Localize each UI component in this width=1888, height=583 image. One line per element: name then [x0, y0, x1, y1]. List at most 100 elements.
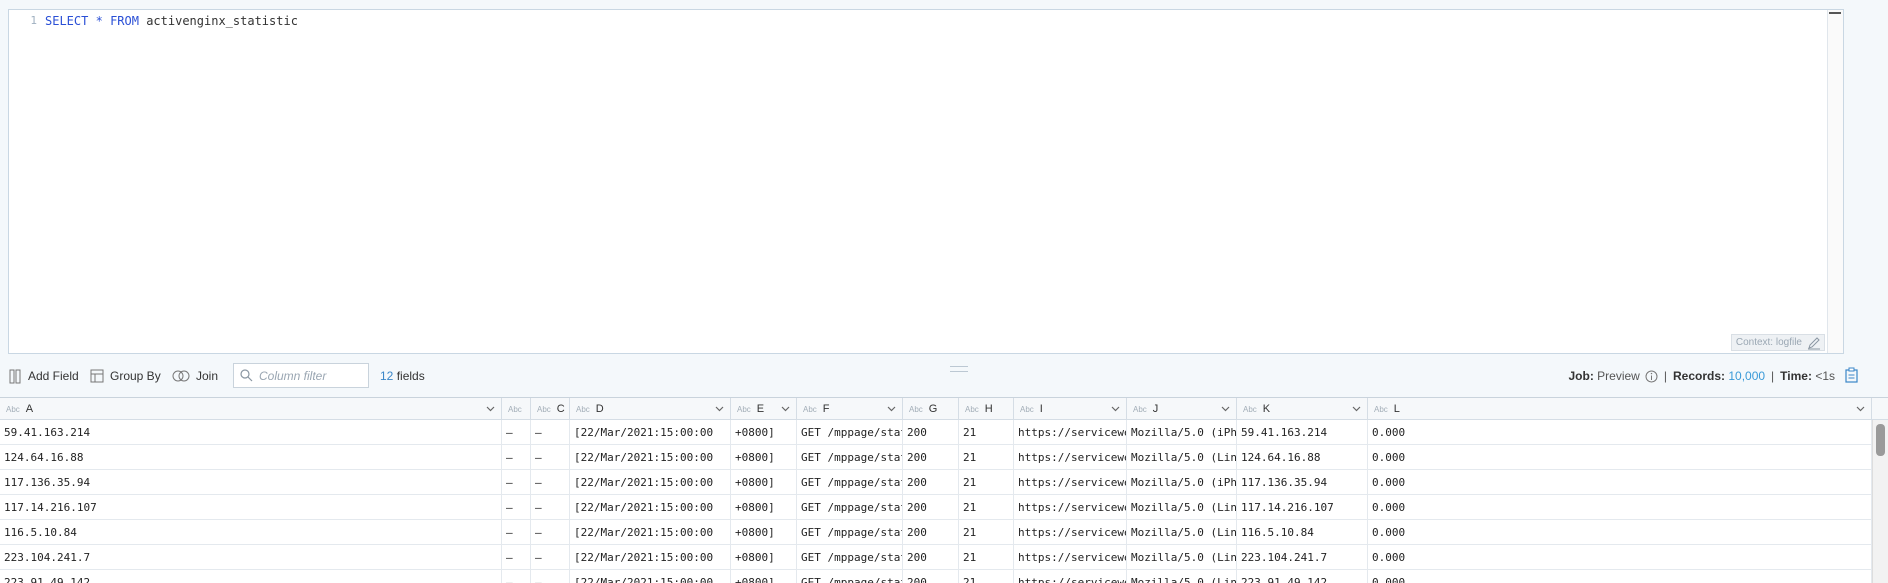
column-header-k[interactable]: Abc K — [1237, 398, 1368, 420]
table-cell[interactable]: 0.000 — [1368, 470, 1872, 495]
table-cell[interactable]: 117.14.216.107 — [1237, 495, 1368, 520]
table-row[interactable]: 59.41.163.214– – [22/Mar/2021:15:00:00 +080… — [0, 420, 1872, 445]
table-cell[interactable]: 21 — [959, 570, 1014, 583]
table-cell[interactable]: Mozilla/5.0 (iPhone — [1127, 470, 1237, 495]
column-header-a[interactable]: Abc A — [0, 398, 502, 420]
table-cell[interactable]: 0.000 — [1368, 545, 1872, 570]
table-cell[interactable]: GET /mppage/statistic — [797, 545, 903, 570]
table-cell[interactable]: 200 — [903, 545, 959, 570]
table-cell[interactable]: 200 — [903, 470, 959, 495]
table-cell[interactable]: GET /mppage/statistic — [797, 495, 903, 520]
table-row[interactable]: 223.104.241.7– – [22/Mar/2021:15:00:00 +080… — [0, 545, 1872, 570]
table-cell[interactable]: 21 — [959, 520, 1014, 545]
table-cell[interactable]: +0800] — [731, 470, 797, 495]
table-cell[interactable]: Mozilla/5.0 (Linux — [1127, 545, 1237, 570]
table-cell[interactable]: 21 — [959, 545, 1014, 570]
table-cell[interactable]: [22/Mar/2021:15:00:00 — [570, 445, 731, 470]
table-cell[interactable]: +0800] — [731, 520, 797, 545]
table-cell[interactable]: – — [531, 495, 570, 520]
table-cell[interactable]: 0.000 — [1368, 570, 1872, 583]
table-cell[interactable]: https://servicewechat.com — [1014, 445, 1127, 470]
info-icon[interactable] — [1645, 370, 1658, 383]
table-cell[interactable]: Mozilla/5.0 (Linux — [1127, 520, 1237, 545]
table-cell[interactable]: Mozilla/5.0 (Linux — [1127, 570, 1237, 583]
table-row[interactable]: 117.136.35.94– – [22/Mar/2021:15:00:00 +080… — [0, 470, 1872, 495]
table-cell[interactable]: 223.104.241.7 — [0, 545, 502, 570]
table-cell[interactable]: – — [531, 420, 570, 445]
table-cell[interactable]: – — [502, 545, 531, 570]
table-cell[interactable]: https://servicewechat.com — [1014, 470, 1127, 495]
chevron-down-icon[interactable] — [1352, 406, 1361, 412]
table-cell[interactable]: 0.000 — [1368, 445, 1872, 470]
chevron-down-icon[interactable] — [887, 406, 896, 412]
table-cell[interactable]: GET /mppage/statistic — [797, 470, 903, 495]
table-cell[interactable]: 117.136.35.94 — [1237, 470, 1368, 495]
table-cell[interactable]: Mozilla/5.0 (Linux — [1127, 495, 1237, 520]
table-cell[interactable]: 21 — [959, 445, 1014, 470]
table-row[interactable]: 124.64.16.88– – [22/Mar/2021:15:00:00 +0800… — [0, 445, 1872, 470]
editor-scrollbar[interactable] — [1827, 10, 1843, 353]
table-cell[interactable]: https://servicewechat.com — [1014, 520, 1127, 545]
table-cell[interactable]: 59.41.163.214 — [0, 420, 502, 445]
table-cell[interactable]: [22/Mar/2021:15:00:00 — [570, 495, 731, 520]
table-cell[interactable]: 117.14.216.107 — [0, 495, 502, 520]
column-header-l[interactable]: Abc L — [1368, 398, 1872, 420]
table-cell[interactable]: 124.64.16.88 — [1237, 445, 1368, 470]
table-cell[interactable]: +0800] — [731, 445, 797, 470]
table-row[interactable]: 116.5.10.84– – [22/Mar/2021:15:00:00 +0800]… — [0, 520, 1872, 545]
chevron-down-icon[interactable] — [1856, 406, 1865, 412]
table-cell[interactable]: 0.000 — [1368, 420, 1872, 445]
table-cell[interactable]: – — [531, 570, 570, 583]
table-cell[interactable]: 200 — [903, 520, 959, 545]
chevron-down-icon[interactable] — [486, 406, 495, 412]
table-cell[interactable]: [22/Mar/2021:15:00:00 — [570, 520, 731, 545]
table-cell[interactable]: 223.104.241.7 — [1237, 545, 1368, 570]
table-cell[interactable]: https://servicewechat.com — [1014, 545, 1127, 570]
table-cell[interactable]: +0800] — [731, 570, 797, 583]
table-cell[interactable]: – — [502, 570, 531, 583]
grid-scrollbar[interactable] — [1872, 420, 1888, 583]
table-cell[interactable]: GET /mppage/statistic — [797, 520, 903, 545]
column-filter[interactable] — [233, 363, 369, 388]
table-cell[interactable]: – — [502, 470, 531, 495]
table-cell[interactable]: – — [531, 545, 570, 570]
context-badge[interactable]: Context: logfile — [1730, 334, 1825, 351]
table-cell[interactable]: https://servicewechat.com — [1014, 420, 1127, 445]
add-field-button[interactable]: Add Field — [9, 365, 79, 387]
table-cell[interactable]: 223.91.49.142 — [0, 570, 502, 583]
table-cell[interactable]: GET /mppage/statistic — [797, 445, 903, 470]
table-cell[interactable]: 117.136.35.94 — [0, 470, 502, 495]
table-cell[interactable]: Mozilla/5.0 (iPhone — [1127, 420, 1237, 445]
table-cell[interactable]: – — [531, 445, 570, 470]
table-cell[interactable]: – — [502, 520, 531, 545]
table-cell[interactable]: – — [531, 470, 570, 495]
table-cell[interactable]: 116.5.10.84 — [0, 520, 502, 545]
table-cell[interactable]: GET /mppage/statistic — [797, 570, 903, 583]
table-cell[interactable]: https://servicewechat.com — [1014, 495, 1127, 520]
column-header-d[interactable]: Abc D — [570, 398, 731, 420]
table-cell[interactable]: 200 — [903, 495, 959, 520]
column-header-c[interactable]: Abc C — [531, 398, 570, 420]
chevron-down-icon[interactable] — [781, 406, 790, 412]
table-cell[interactable]: – — [502, 445, 531, 470]
group-by-button[interactable]: Group By — [90, 365, 161, 387]
table-cell[interactable]: 21 — [959, 420, 1014, 445]
table-cell[interactable]: 0.000 — [1368, 520, 1872, 545]
clipboard-icon[interactable] — [1845, 367, 1858, 383]
table-cell[interactable]: +0800] — [731, 545, 797, 570]
column-filter-input[interactable] — [259, 368, 359, 383]
table-cell[interactable]: – — [531, 520, 570, 545]
pencil-icon[interactable] — [1807, 336, 1821, 350]
table-cell[interactable]: +0800] — [731, 420, 797, 445]
sql-code[interactable]: SELECT * FROM activenginx_statistic — [45, 14, 298, 28]
chevron-down-icon[interactable] — [1221, 406, 1230, 412]
table-cell[interactable]: Mozilla/5.0 (Linux — [1127, 445, 1237, 470]
table-cell[interactable]: – — [502, 420, 531, 445]
table-cell[interactable]: 200 — [903, 570, 959, 583]
column-header-h[interactable]: Abc H — [959, 398, 1014, 420]
table-cell[interactable]: https://servicewechat.com — [1014, 570, 1127, 583]
table-cell[interactable]: 21 — [959, 495, 1014, 520]
table-cell[interactable]: – — [502, 495, 531, 520]
table-cell[interactable]: [22/Mar/2021:15:00:00 — [570, 470, 731, 495]
column-header-g[interactable]: Abc G — [903, 398, 959, 420]
